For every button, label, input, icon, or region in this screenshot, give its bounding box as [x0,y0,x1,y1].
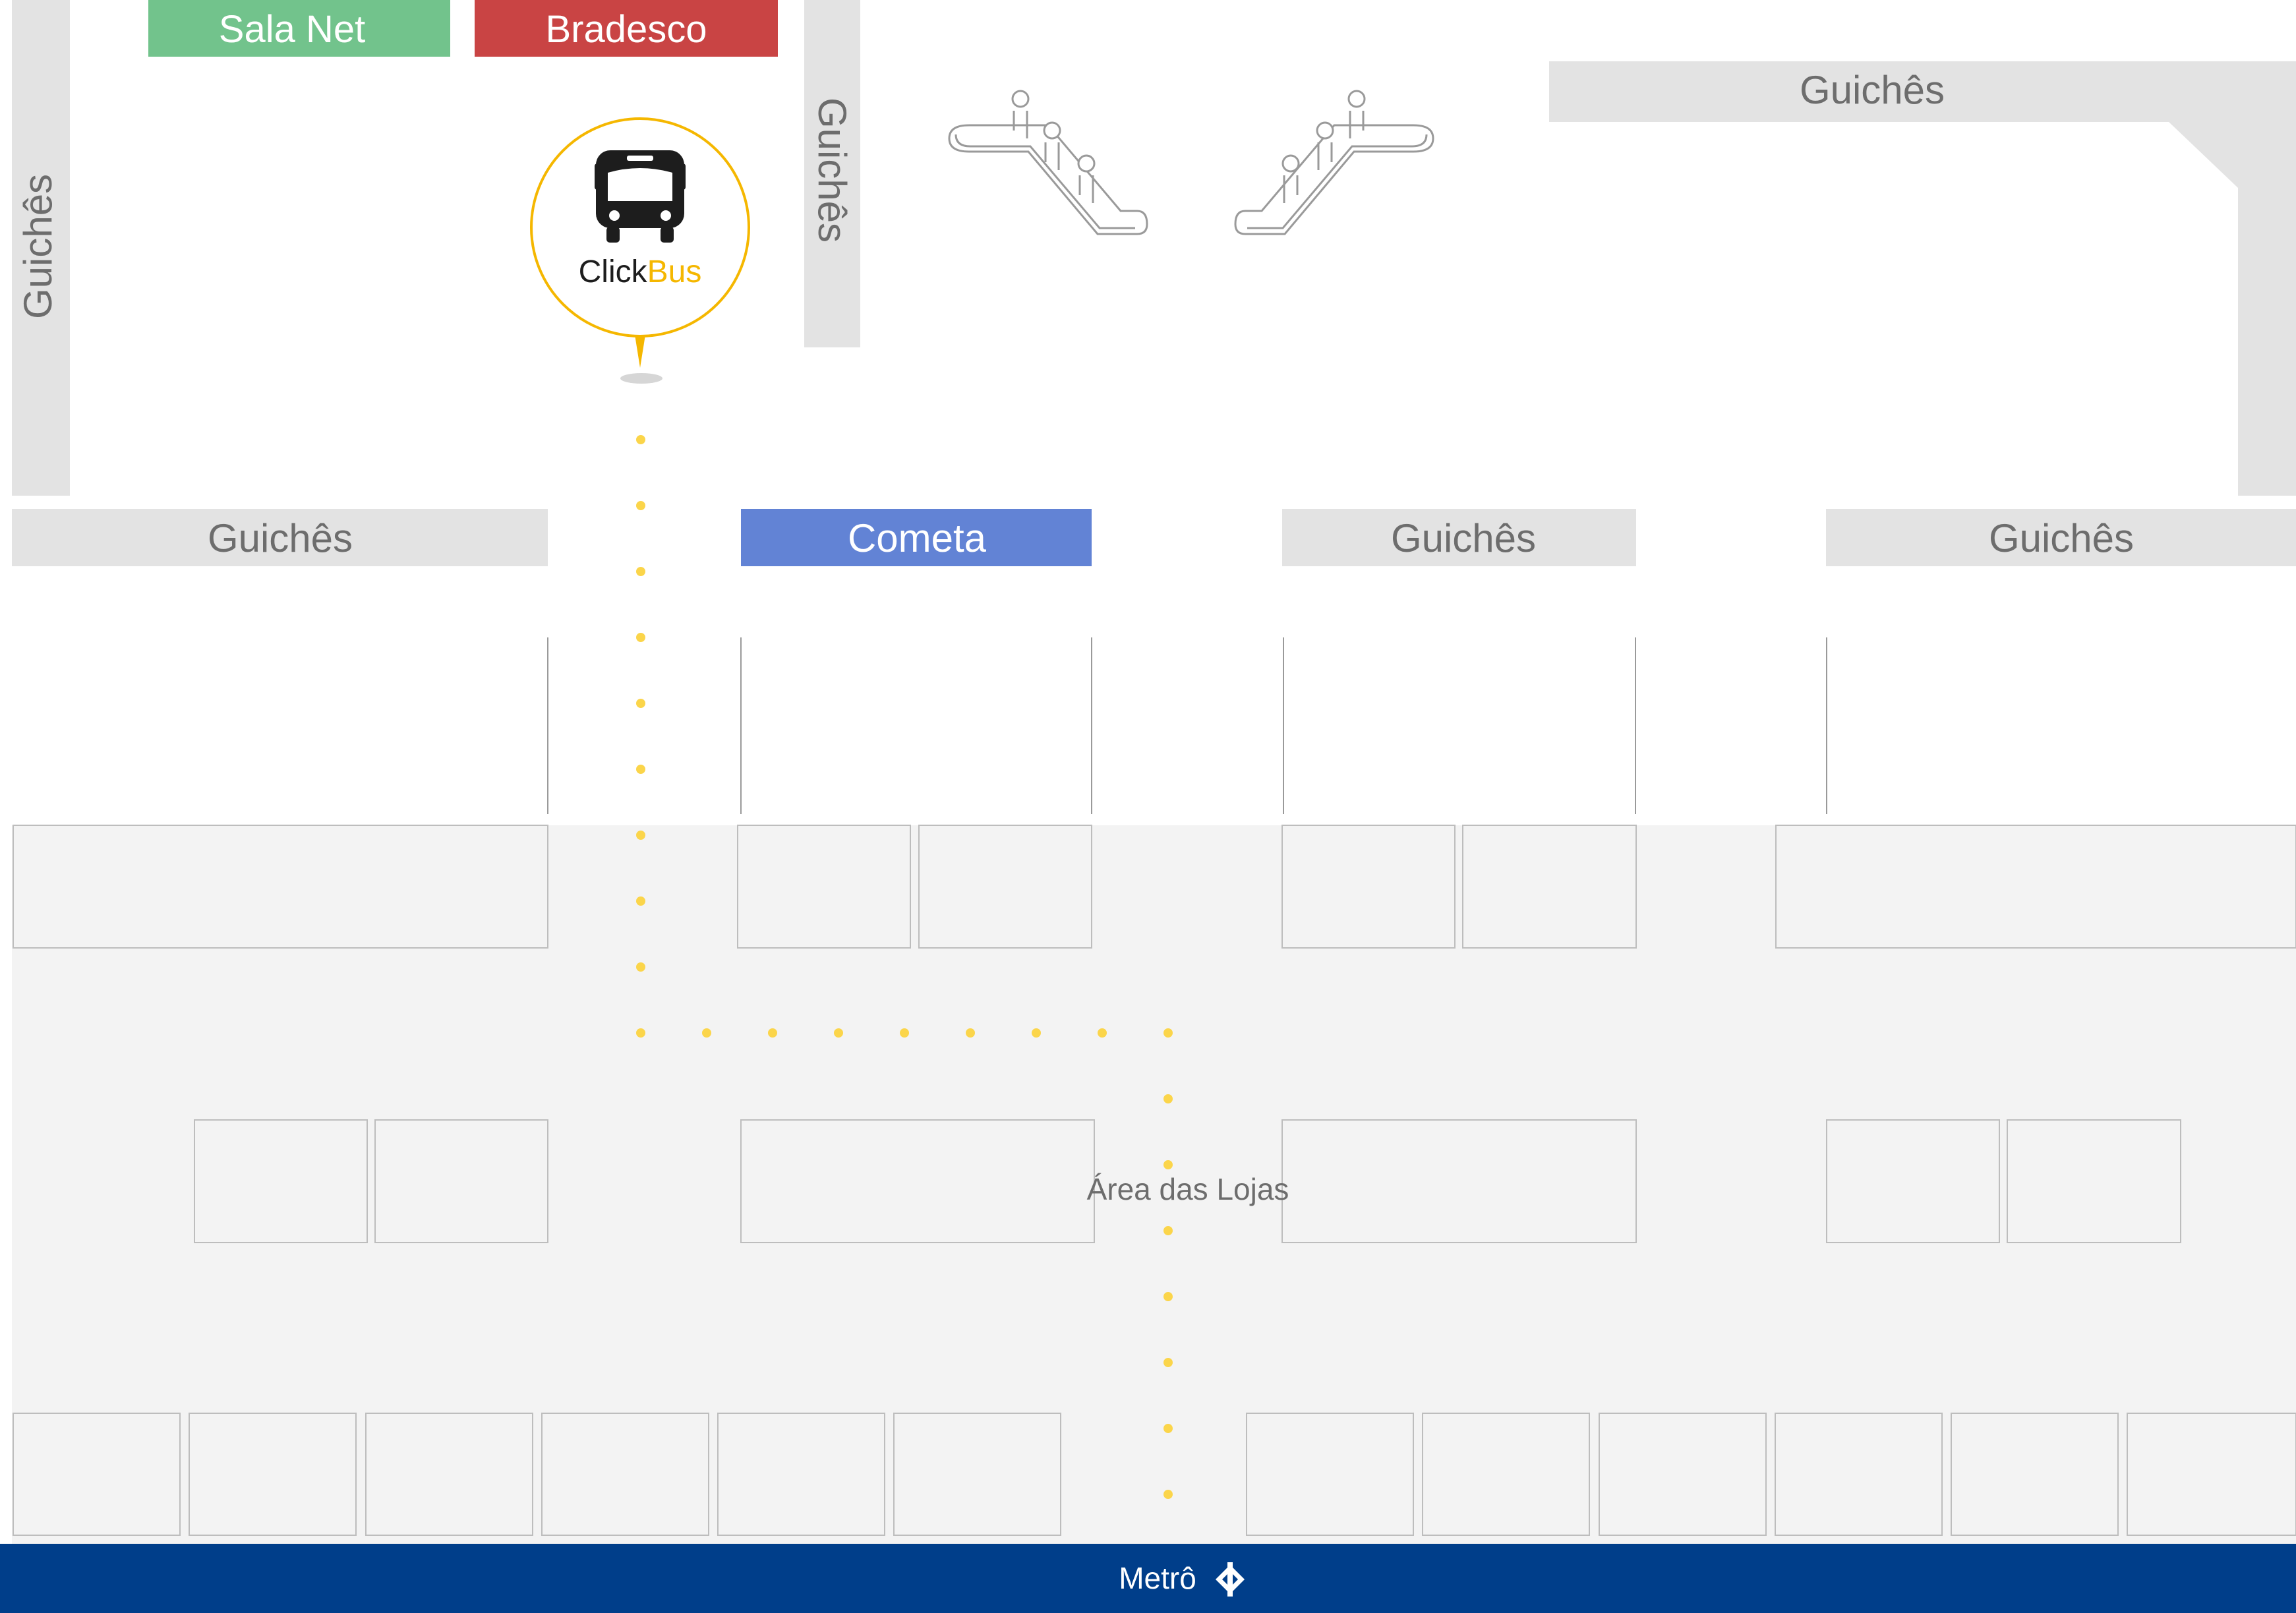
svg-text:Bradesco: Bradesco [545,8,707,51]
store [2007,1119,2181,1243]
store [918,825,1092,949]
counters-row-1: Guichês [12,509,548,566]
svg-text:Guichês: Guichês [1391,516,1536,560]
map-pin-icon [620,373,662,384]
svg-text:ClickBus: ClickBus [579,254,702,289]
counters-row-3: Guichês [1826,509,2296,566]
counters-top-right: Guichês [1549,61,2296,496]
counters-middle-vertical: Guichês [804,0,860,347]
bradesco-label: Bradesco [475,0,778,57]
store [717,1413,885,1536]
store [541,1413,709,1536]
store [1281,825,1456,949]
divider-lines [547,637,1827,814]
clickbus-pin[interactable]: ClickBus [530,117,750,384]
cometa-label: Cometa [741,509,1092,566]
store [2127,1413,2296,1536]
store [189,1413,357,1536]
counters-row-2: Guichês [1282,509,1636,566]
store [374,1119,548,1243]
store [1951,1413,2119,1536]
store [194,1119,368,1243]
store [1422,1413,1590,1536]
svg-text:Cometa: Cometa [848,516,987,560]
sala-net-label: Sala Net [148,0,450,57]
metro-bar[interactable]: Metrô [0,1544,2296,1613]
store [13,1413,181,1536]
svg-text:Guichês: Guichês [810,98,854,243]
svg-text:Guichês: Guichês [1989,516,2134,560]
store [893,1413,1061,1536]
counters-left-vertical: Guichês [12,0,70,496]
svg-text:Sala Net: Sala Net [219,8,365,51]
bus-terminal-map: Guichês Sala Net Bradesco Guichês ClickB… [0,0,2296,1613]
store [1246,1413,1414,1536]
store [1281,1119,1637,1243]
store [13,825,548,949]
store [365,1413,533,1536]
svg-text:Guichês: Guichês [16,174,60,319]
store [1599,1413,1767,1536]
escalator-icon [1234,90,1434,235]
store [1775,825,2296,949]
store [737,825,911,949]
stores-area-label: Área das Lojas [1087,1172,1289,1206]
store [1462,825,1637,949]
store [1775,1413,1943,1536]
svg-text:Guichês: Guichês [1800,68,1945,112]
store [1826,1119,2000,1243]
map-drawing: Guichês Sala Net Bradesco Guichês ClickB… [0,0,2296,1613]
store [740,1119,1095,1243]
svg-text:Metrô: Metrô [1119,1561,1196,1595]
svg-text:Guichês: Guichês [208,516,353,560]
escalator-icon [948,90,1148,235]
